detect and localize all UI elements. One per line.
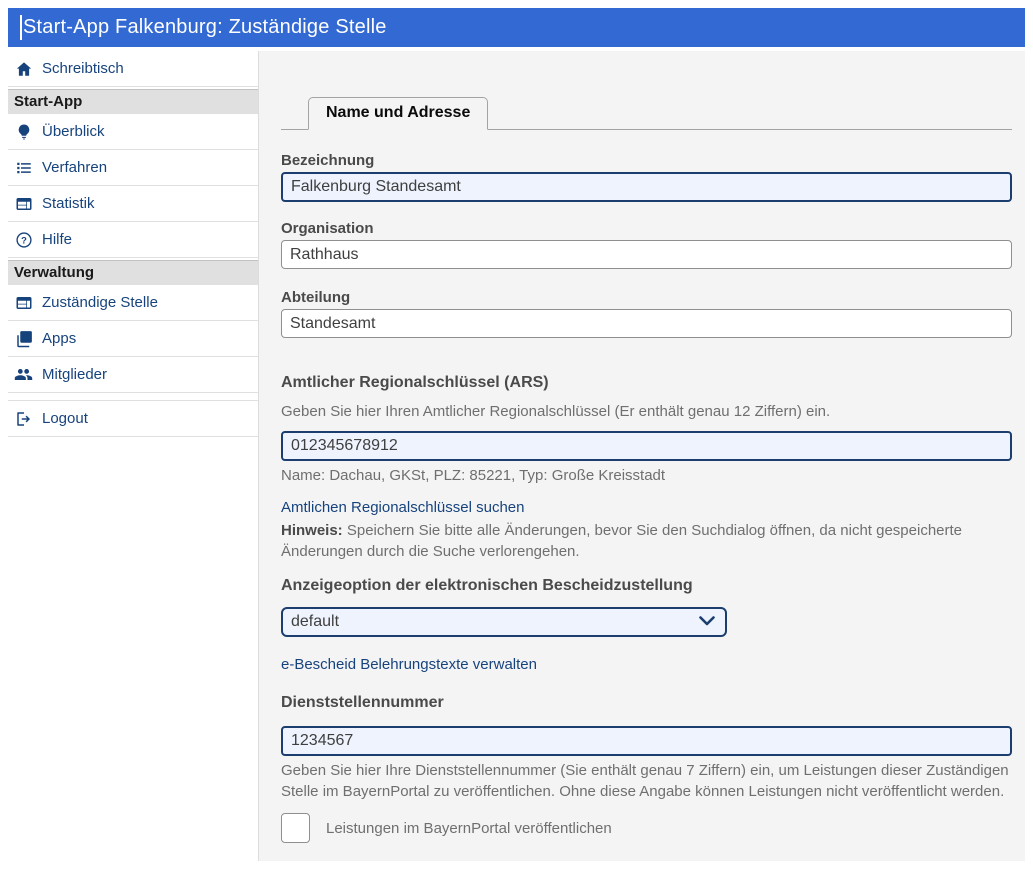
sidebar-item-logout[interactable]: Logout [8,400,258,437]
help-icon: ? [14,230,33,249]
sidebar-item-label: Apps [42,330,76,347]
sidebar-item-label: Verfahren [42,159,107,176]
dienststellennummer-help: Geben Sie hier Ihre Dienststellennummer … [281,760,1012,802]
sidebar-section-start-app: Start-App [8,89,258,114]
chevron-down-icon [699,613,715,631]
bezeichnung-input[interactable] [281,172,1012,202]
organisation-input[interactable] [281,240,1012,269]
bayernportal-checkbox-label: Leistungen im BayernPortal veröffentlich… [326,820,612,837]
ars-search-link[interactable]: Amtlichen Regionalschlüssel suchen [281,499,524,516]
sidebar-spacer [8,393,258,400]
lightbulb-icon [14,122,33,141]
layout: Schreibtisch Start-App Überblick Verfahren S… [8,51,1025,861]
apps-icon [14,329,33,348]
anzeigeoption-select[interactable]: default [281,607,727,637]
sidebar-item-mitglieder[interactable]: Mitglieder [8,357,258,393]
sidebar-item-schreibtisch[interactable]: Schreibtisch [8,51,258,87]
sidebar-item-ueberblick[interactable]: Überblick [8,114,258,150]
sidebar-section-verwaltung: Verwaltung [8,260,258,285]
sidebar-item-label: Zuständige Stelle [42,294,158,311]
ebescheid-link[interactable]: e-Bescheid Belehrungstexte verwalten [281,656,537,673]
bayernportal-checkbox[interactable] [281,813,310,843]
list-icon [14,158,33,177]
ars-result: Name: Dachau, GKSt, PLZ: 85221, Typ: Gro… [281,465,1012,486]
ars-hint-label: Hinweis: [281,522,343,539]
sidebar-item-zustaendige-stelle[interactable]: Zuständige Stelle [8,285,258,321]
organisation-label: Organisation [281,220,1012,237]
bezeichnung-label: Bezeichnung [281,152,1012,169]
svg-text:?: ? [21,235,27,245]
web-icon [14,293,33,312]
sidebar: Schreibtisch Start-App Überblick Verfahren S… [8,51,259,861]
sidebar-item-label: Schreibtisch [42,60,124,77]
ars-hint-text: Speichern Sie bitte alle Änderungen, bev… [281,522,962,560]
text-caret [20,15,22,40]
abteilung-input[interactable] [281,309,1012,338]
anzeigeoption-selected-value: default [291,613,339,631]
page-title: Start-App Falkenburg: Zuständige Stelle [23,16,387,39]
main-content: Name und Adresse Bezeichnung Organisatio… [259,51,1025,861]
home-icon [14,59,33,78]
bayernportal-row: Leistungen im BayernPortal veröffentlich… [281,813,1012,843]
tab-name-und-adresse[interactable]: Name und Adresse [308,97,488,130]
sidebar-item-label: Überblick [42,123,105,140]
logout-icon [14,409,33,428]
ars-hint: Hinweis: Speichern Sie bitte alle Änderu… [281,520,1012,562]
sidebar-item-label: Hilfe [42,231,72,248]
app-header: Start-App Falkenburg: Zuständige Stelle [8,8,1025,47]
web-icon [14,194,33,213]
tab-bar: Name und Adresse [281,97,1012,130]
ars-input[interactable] [281,431,1012,461]
sidebar-item-label: Logout [42,410,88,427]
dienststellennummer-label: Dienststellennummer [281,694,1012,712]
people-icon [14,365,33,384]
sidebar-item-verfahren[interactable]: Verfahren [8,150,258,186]
anzeigeoption-label: Anzeigeoption der elektronischen Beschei… [281,577,1012,595]
sidebar-item-label: Mitglieder [42,366,107,383]
sidebar-item-label: Statistik [42,195,95,212]
dienststellennummer-input[interactable] [281,726,1012,756]
ars-label: Amtlicher Regionalschlüssel (ARS) [281,374,1012,392]
sidebar-item-apps[interactable]: Apps [8,321,258,357]
abteilung-label: Abteilung [281,289,1012,306]
ars-help: Geben Sie hier Ihren Amtlicher Regionals… [281,401,1012,422]
sidebar-item-statistik[interactable]: Statistik [8,186,258,222]
sidebar-item-hilfe[interactable]: ? Hilfe [8,222,258,258]
